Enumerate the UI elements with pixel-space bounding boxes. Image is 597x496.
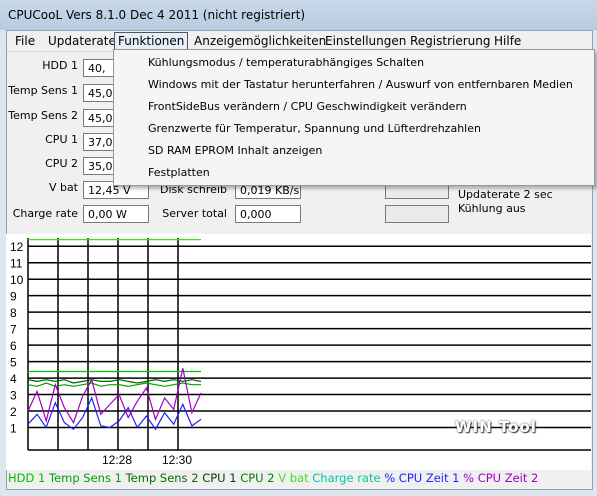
reading-label-cpu2: CPU 2 [45,157,78,170]
reading-value-charge: 0,00 W [83,205,149,223]
menu-file[interactable]: File [12,33,38,49]
title-bar[interactable]: CPUCooL Vers 8.1.0 Dec 4 2011 (nicht reg… [0,0,597,30]
series-line--cpu-zeit-2 [27,368,202,425]
legend-item: V bat [278,471,313,485]
menu-anzeigemoeglichkeiten[interactable]: Anzeigemöglichkeiten [191,33,329,49]
menu-einstellungen[interactable]: Einstellungen [322,33,409,49]
dropdown-item-sdram[interactable]: SD RAM EPROM Inhalt anzeigen [148,144,322,157]
dropdown-item-herunterfahren[interactable]: Windows mit der Tastatur herunterfahren … [148,78,573,91]
legend-item: Temp Sens 1 [49,471,126,485]
watermark-logo: WIN Tool [455,418,537,436]
menu-registrierung[interactable]: Registrierung [407,33,494,49]
reading-label-temp2: Temp Sens 2 [8,109,78,122]
series-line-temp-sens-1 [27,379,202,384]
y-tick-label: 3 [10,389,17,403]
x-tick-label: 12:28 [102,453,132,467]
y-tick-label: 2 [10,405,17,419]
dropdown-item-festplatten[interactable]: Festplatten [148,166,210,179]
chart-legend: HDD 1 Temp Sens 1 Temp Sens 2 CPU 1 CPU … [8,471,538,485]
reading-label-vbat: V bat [48,181,78,194]
y-tick-label: 12 [10,240,24,254]
legend-item: HDD 1 [8,471,49,485]
server-label: Server total [162,207,227,220]
y-tick-label: 10 [10,273,24,287]
menu-hilfe[interactable]: Hilfe [491,33,524,49]
y-tick-label: 7 [10,323,17,337]
y-tick-label: 4 [10,372,17,386]
reading-label-cpu1: CPU 1 [45,133,78,146]
menu-updaterate[interactable]: Updaterate [45,33,119,49]
dropdown-item-grenzwerte[interactable]: Grenzwerte für Temperatur, Spannung und … [148,122,481,135]
dropdown-item-kuehlungsmodus[interactable]: Kühlungsmodus / temperaturabhängiges Sch… [148,56,424,69]
status-box-2 [385,205,449,223]
legend-item: CPU 2 [240,471,279,485]
legend-item: Temp Sens 2 [125,471,203,485]
menu-funktionen[interactable]: Funktionen [114,32,189,50]
cooling-status: Kühlung aus [458,202,526,215]
window-title: CPUCooL Vers 8.1.0 Dec 4 2011 (nicht reg… [8,8,306,22]
updaterate-status: Updaterate 2 sec [458,188,553,201]
y-tick-label: 9 [10,290,17,304]
app-window: CPUCooL Vers 8.1.0 Dec 4 2011 (nicht reg… [0,0,597,496]
y-tick-label: 11 [10,257,23,271]
reading-label-charge: Charge rate [12,207,78,220]
x-tick-label: 12:30 [162,453,192,467]
y-tick-label: 6 [10,339,17,353]
y-tick-label: 8 [10,306,17,320]
legend-item: CPU 1 [202,471,241,485]
series-line-temp-sens-2 [27,382,201,387]
server-value: 0,000 MB/s [235,205,301,223]
y-tick-label: 5 [10,356,17,370]
y-tick-label: 1 [10,422,17,436]
legend-item: Charge rate [312,471,385,485]
dropdown-item-frontsidebus[interactable]: FrontSideBus verändern / CPU Geschwindig… [148,100,467,113]
legend-item: % CPU Zeit 2 [463,471,539,485]
reading-label-hdd1: HDD 1 [42,59,78,72]
legend-item: % CPU Zeit 1 [384,471,464,485]
reading-label-temp1: Temp Sens 1 [8,84,78,97]
funktionen-dropdown: Kühlungsmodus / temperaturabhängiges Sch… [113,49,595,186]
